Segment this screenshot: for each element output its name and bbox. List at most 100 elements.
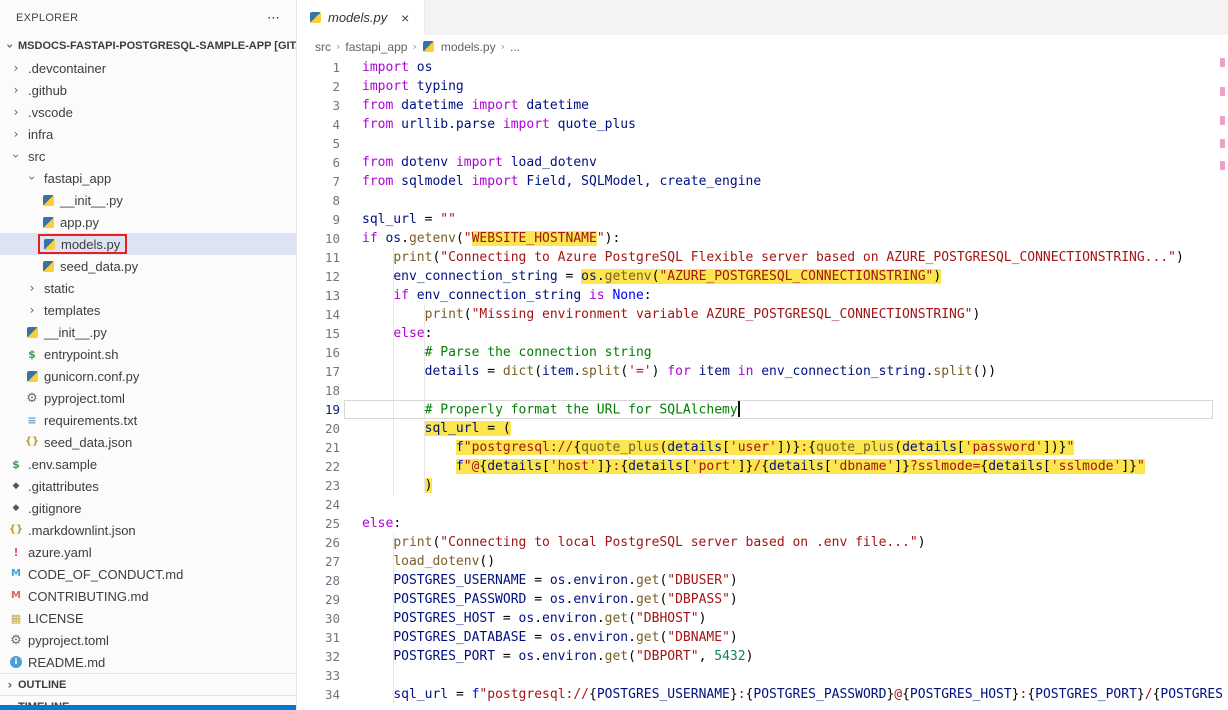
json-icon: {} xyxy=(8,522,24,538)
code-line-text: # Parse the connection string xyxy=(362,345,652,360)
code-line-32[interactable]: 32 POSTGRES_PORT = os.environ.get("DBPOR… xyxy=(298,647,1228,666)
code-token: dotenv xyxy=(393,155,456,170)
line-number: 21 xyxy=(298,440,340,455)
code-token: = xyxy=(534,592,550,607)
file-item-CONTRIBUTING.md[interactable]: MCONTRIBUTING.md xyxy=(0,585,296,607)
file-item-CODE_OF_CONDUCT.md[interactable]: MCODE_OF_CONDUCT.md xyxy=(0,563,296,585)
file-item-models.py[interactable]: models.py xyxy=(0,233,296,255)
code-line-26[interactable]: 26 print("Connecting to local PostgreSQL… xyxy=(298,533,1228,552)
highlighted-code: WEBSITE_HOSTNAME xyxy=(472,231,597,246)
highlighted-code: os xyxy=(581,269,597,284)
file-item-seed_data.json[interactable]: {}seed_data.json xyxy=(0,431,296,453)
folder-item-fastapi_app[interactable]: ›fastapi_app xyxy=(0,167,296,189)
code-line-text: sql_url = "" xyxy=(362,212,456,227)
code-line-4[interactable]: 4from urllib.parse import quote_plus xyxy=(298,115,1228,134)
code-line-12[interactable]: 12 env_connection_string = os.getenv("AZ… xyxy=(298,267,1228,286)
file-item-requirements.txt[interactable]: ≡requirements.txt xyxy=(0,409,296,431)
highlighted-code: [ xyxy=(957,440,965,455)
breadcrumb-fastapi-app[interactable]: fastapi_app xyxy=(345,40,407,54)
code-line-6[interactable]: 6from dotenv import load_dotenv xyxy=(298,153,1228,172)
breadcrumb-symbol-ellipsis[interactable]: ... xyxy=(510,40,520,54)
code-token: . xyxy=(628,592,636,607)
code-line-8[interactable]: 8 xyxy=(298,191,1228,210)
code-token: = xyxy=(503,649,519,664)
file-item-pyproject.toml[interactable]: ⚙pyproject.toml xyxy=(0,387,296,409)
code-area[interactable]: 1import os2import typing3from datetime i… xyxy=(298,58,1228,710)
tab-bar: models.py × xyxy=(298,0,1228,35)
folder-item-.devcontainer[interactable]: ›.devcontainer xyxy=(0,57,296,79)
ellipsis-icon[interactable]: ⋯ xyxy=(267,10,280,26)
code-line-2[interactable]: 2import typing xyxy=(298,77,1228,96)
file-item-entrypoint.sh[interactable]: $entrypoint.sh xyxy=(0,343,296,365)
code-line-34[interactable]: 34 sql_url = f"postgresql://{POSTGRES_US… xyxy=(298,685,1228,704)
line-number: 30 xyxy=(298,611,340,626)
code-line-5[interactable]: 5 xyxy=(298,134,1228,153)
code-line-18[interactable]: 18 xyxy=(298,381,1228,400)
code-line-text: ) xyxy=(362,478,432,493)
code-line-31[interactable]: 31 POSTGRES_DATABASE = os.environ.get("D… xyxy=(298,628,1228,647)
code-line-17[interactable]: 17 details = dict(item.split('=') for it… xyxy=(298,362,1228,381)
tab-label: models.py xyxy=(328,10,387,25)
code-line-24[interactable]: 24 xyxy=(298,495,1228,514)
breadcrumb-models-py[interactable]: models.py xyxy=(441,40,496,54)
highlighted-code: { xyxy=(620,459,628,474)
chevron-right-icon: › xyxy=(8,127,24,141)
code-token: / xyxy=(1145,687,1153,702)
file-label: .gitignore xyxy=(28,501,81,516)
code-line-7[interactable]: 7from sqlmodel import Field, SQLModel, c… xyxy=(298,172,1228,191)
code-line-28[interactable]: 28 POSTGRES_USERNAME = os.environ.get("D… xyxy=(298,571,1228,590)
code-line-21[interactable]: 21 f"postgresql://{quote_plus(details['u… xyxy=(298,438,1228,457)
highlighted-code: ]} xyxy=(1121,459,1137,474)
file-item-gunicorn.conf.py[interactable]: gunicorn.conf.py xyxy=(0,365,296,387)
file-item-.gitattributes[interactable]: ◆.gitattributes xyxy=(0,475,296,497)
code-line-1[interactable]: 1import os xyxy=(298,58,1228,77)
folder-item-infra[interactable]: ›infra xyxy=(0,123,296,145)
code-line-30[interactable]: 30 POSTGRES_HOST = os.environ.get("DBHOS… xyxy=(298,609,1228,628)
code-line-27[interactable]: 27 load_dotenv() xyxy=(298,552,1228,571)
overview-ruler-mark xyxy=(1220,139,1225,148)
folder-item-.github[interactable]: ›.github xyxy=(0,79,296,101)
folder-item-.vscode[interactable]: ›.vscode xyxy=(0,101,296,123)
code-line-11[interactable]: 11 print("Connecting to Azure PostgreSQL… xyxy=(298,248,1228,267)
breadcrumb: src › fastapi_app › models.py › ... xyxy=(298,35,1228,58)
code-line-23[interactable]: 23 ) xyxy=(298,476,1228,495)
code-line-9[interactable]: 9sql_url = "" xyxy=(298,210,1228,229)
line-number: 8 xyxy=(298,193,340,208)
workspace-root-folder[interactable]: › MSDOCS-FASTAPI-POSTGRESQL-SAMPLE-APP [… xyxy=(0,35,296,57)
file-item-app.py[interactable]: app.py xyxy=(0,211,296,233)
readme-icon: i xyxy=(8,654,24,670)
file-item-.gitignore[interactable]: ◆.gitignore xyxy=(0,497,296,519)
file-item-seed_data.py[interactable]: seed_data.py xyxy=(0,255,296,277)
file-item-LICENSE[interactable]: ▦LICENSE xyxy=(0,607,296,629)
file-item-azure.yaml[interactable]: !azure.yaml xyxy=(0,541,296,563)
code-line-14[interactable]: 14 print("Missing environment variable A… xyxy=(298,305,1228,324)
folder-item-src[interactable]: ›src xyxy=(0,145,296,167)
code-line-20[interactable]: 20 sql_url = ( xyxy=(298,419,1228,438)
folder-item-static[interactable]: ›static xyxy=(0,277,296,299)
tab-models-py[interactable]: models.py × xyxy=(298,0,425,35)
code-line-29[interactable]: 29 POSTGRES_PASSWORD = os.environ.get("D… xyxy=(298,590,1228,609)
breadcrumb-src[interactable]: src xyxy=(315,40,331,54)
file-item-README.md[interactable]: iREADME.md xyxy=(0,651,296,673)
highlighted-code: details xyxy=(902,440,957,455)
code-line-16[interactable]: 16 # Parse the connection string xyxy=(298,343,1228,362)
file-item-__init__.py[interactable]: __init__.py xyxy=(0,321,296,343)
code-line-19[interactable]: 19 # Properly format the URL for SQLAlch… xyxy=(298,400,1228,419)
code-line-3[interactable]: 3from datetime import datetime xyxy=(298,96,1228,115)
code-token: split xyxy=(581,364,620,379)
code-line-25[interactable]: 25else: xyxy=(298,514,1228,533)
close-icon[interactable]: × xyxy=(396,9,414,27)
code-line-33[interactable]: 33 xyxy=(298,666,1228,685)
code-line-15[interactable]: 15 else: xyxy=(298,324,1228,343)
file-item-__init__.py[interactable]: __init__.py xyxy=(0,189,296,211)
annotation-highlight-box: models.py xyxy=(38,234,127,254)
code-line-22[interactable]: 22 f"@{details['host']}:{details['port']… xyxy=(298,457,1228,476)
outline-section-header[interactable]: › OUTLINE xyxy=(0,673,296,695)
file-item-.env.sample[interactable]: $.env.sample xyxy=(0,453,296,475)
code-line-13[interactable]: 13 if env_connection_string is None: xyxy=(298,286,1228,305)
file-item-pyproject.toml[interactable]: ⚙pyproject.toml xyxy=(0,629,296,651)
code-line-10[interactable]: 10if os.getenv("WEBSITE_HOSTNAME"): xyxy=(298,229,1228,248)
folder-item-templates[interactable]: ›templates xyxy=(0,299,296,321)
file-item-.markdownlint.json[interactable]: {}.markdownlint.json xyxy=(0,519,296,541)
code-line-text: POSTGRES_USERNAME = os.environ.get("DBUS… xyxy=(362,573,738,588)
